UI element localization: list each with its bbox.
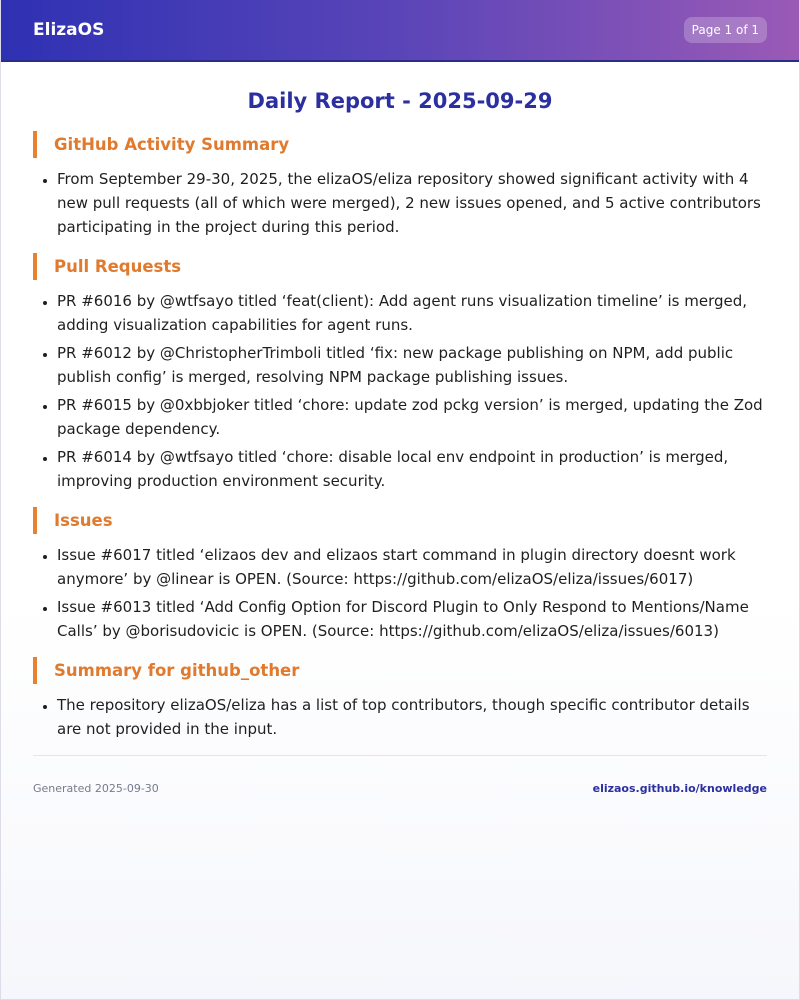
list-item: PR #6016 by @wtfsayo titled ‘feat(client… <box>57 289 767 337</box>
list-item: PR #6014 by @wtfsayo titled ‘chore: disa… <box>57 445 767 493</box>
bullet-list: Issue #6017 titled ‘elizaos dev and eliz… <box>33 543 767 643</box>
section-heading: Summary for github_other <box>33 657 767 684</box>
list-item: Issue #6017 titled ‘elizaos dev and eliz… <box>57 543 767 591</box>
page-indicator-badge: Page 1 of 1 <box>683 17 767 43</box>
brand-logo-text: ElizaOS <box>33 20 105 40</box>
knowledge-link[interactable]: elizaos.github.io/knowledge <box>593 782 767 795</box>
report-footer: Generated 2025-09-30 elizaos.github.io/k… <box>33 782 767 795</box>
bullet-list: From September 29-30, 2025, the elizaOS/… <box>33 167 767 239</box>
report-title: Daily Report - 2025-09-29 <box>247 89 553 113</box>
section-heading: GitHub Activity Summary <box>33 131 767 158</box>
section-heading: Pull Requests <box>33 253 767 280</box>
section-heading: Issues <box>33 507 767 534</box>
list-item: PR #6015 by @0xbbjoker titled ‘chore: up… <box>57 393 767 441</box>
section-issues: Issues Issue #6017 titled ‘elizaos dev a… <box>33 507 767 643</box>
list-item: Issue #6013 titled ‘Add Config Option fo… <box>57 595 767 643</box>
footer-divider <box>33 755 767 756</box>
list-item: The repository elizaOS/eliza has a list … <box>57 693 767 741</box>
bullet-list: The repository elizaOS/eliza has a list … <box>33 693 767 741</box>
section-pull-requests: Pull Requests PR #6016 by @wtfsayo title… <box>33 253 767 493</box>
report-content: Daily Report - 2025-09-29 GitHub Activit… <box>1 89 799 795</box>
app-header: ElizaOS Page 1 of 1 <box>1 0 799 62</box>
section-summary-github-other: Summary for github_other The repository … <box>33 657 767 741</box>
list-item: PR #6012 by @ChristopherTrimboli titled … <box>57 341 767 389</box>
generated-date: Generated 2025-09-30 <box>33 782 159 795</box>
bullet-list: PR #6016 by @wtfsayo titled ‘feat(client… <box>33 289 767 493</box>
section-github-activity-summary: GitHub Activity Summary From September 2… <box>33 131 767 239</box>
list-item: From September 29-30, 2025, the elizaOS/… <box>57 167 767 239</box>
